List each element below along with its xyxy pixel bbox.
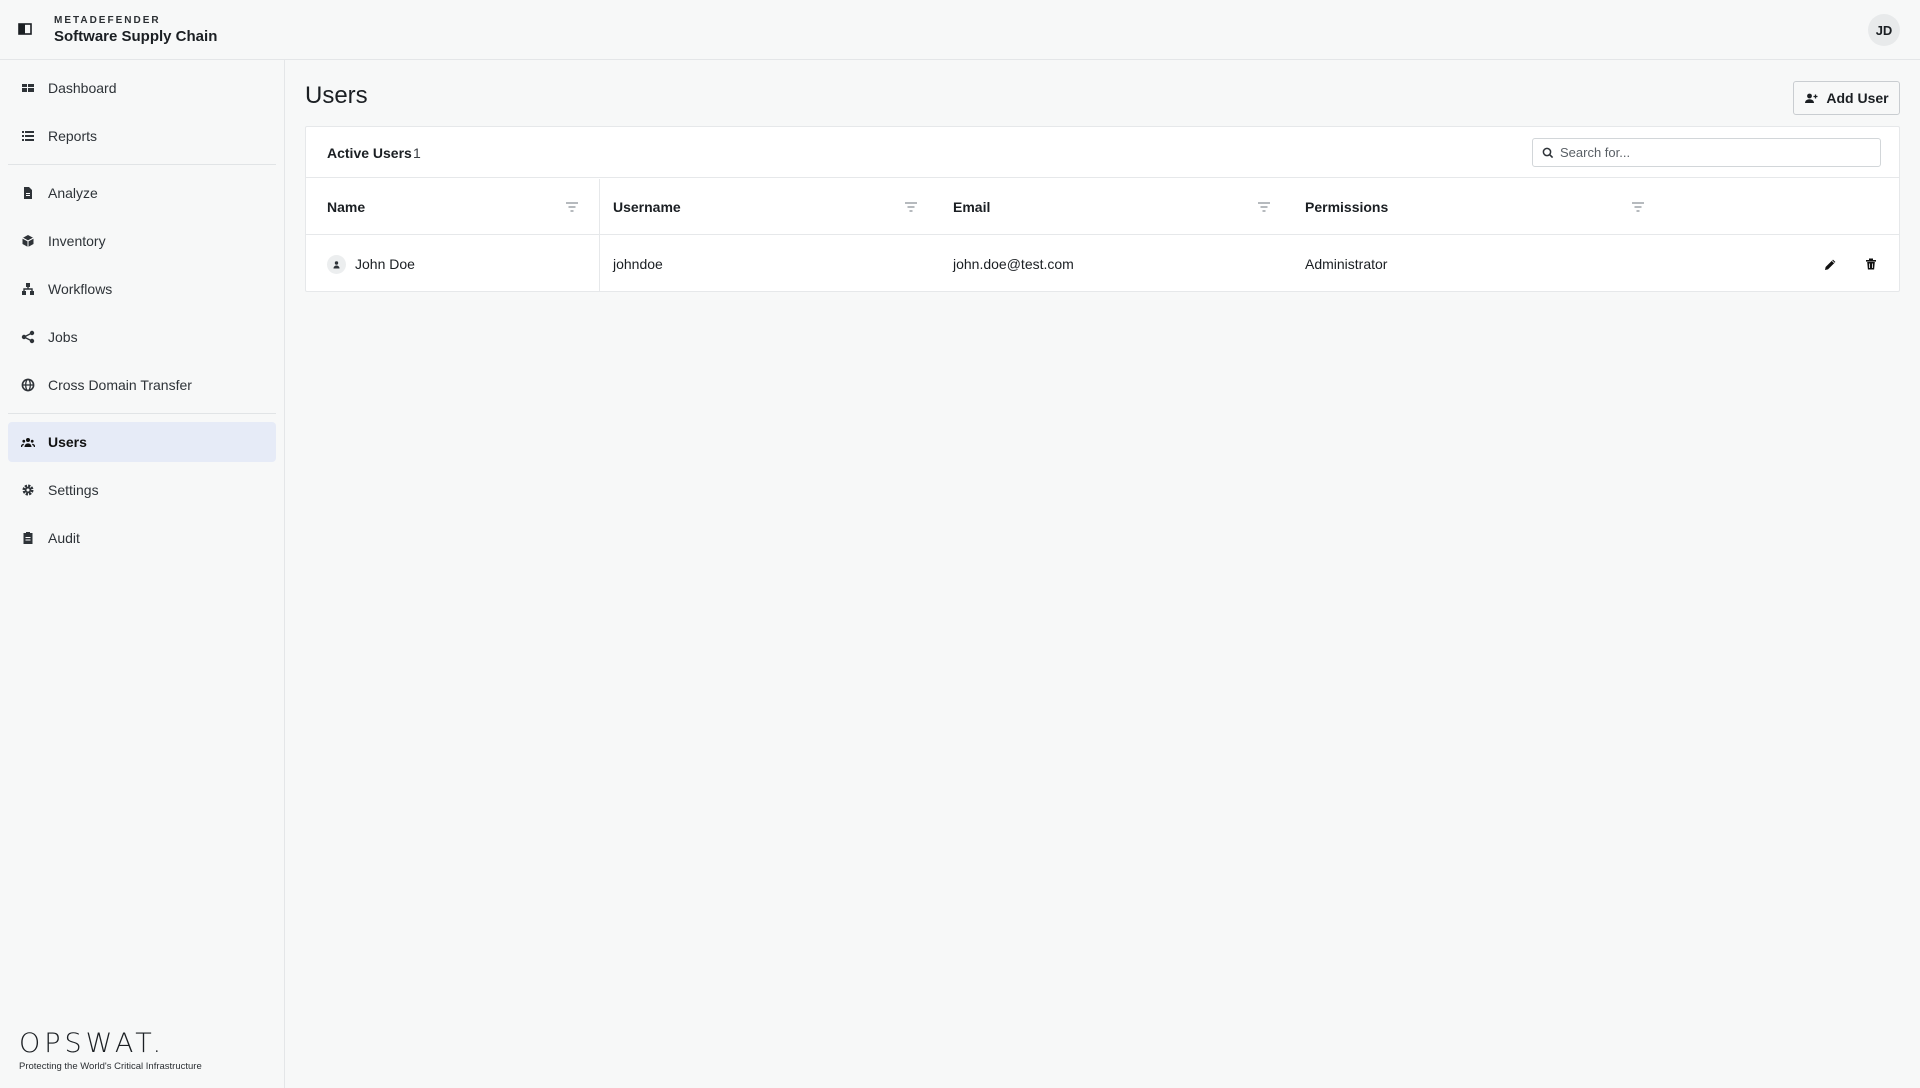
document-icon	[21, 186, 35, 200]
sidebar-item-label: Reports	[48, 128, 98, 144]
gear-icon	[21, 483, 35, 497]
sidebar-item-label: Dashboard	[48, 80, 117, 96]
sidebar-item-cross-domain-transfer[interactable]: Cross Domain Transfer	[8, 365, 276, 405]
page-title: Users	[305, 82, 368, 109]
sidebar-item-label: Analyze	[48, 185, 98, 201]
workflow-icon	[21, 282, 35, 296]
sidebar-item-label: Workflows	[48, 281, 113, 297]
user-full-name: John Doe	[355, 256, 415, 272]
sidebar-toggle-icon[interactable]	[18, 22, 32, 36]
users-card: Active Users 1 Name Username Email Permi…	[305, 126, 1900, 292]
sidebar-item-label: Audit	[48, 530, 80, 546]
sidebar-item-audit[interactable]: Audit	[8, 518, 276, 558]
cell-permissions: Administrator	[1305, 256, 1388, 272]
sidebar-item-dashboard[interactable]: Dashboard	[8, 68, 276, 108]
sidebar-item-jobs[interactable]: Jobs	[8, 317, 276, 357]
filter-icon[interactable]	[1631, 200, 1645, 214]
delete-icon[interactable]	[1863, 256, 1879, 272]
add-user-icon	[1804, 91, 1818, 105]
cell-username: johndoe	[613, 256, 663, 272]
search-icon	[1542, 147, 1554, 159]
column-header-username[interactable]: Username	[613, 179, 681, 235]
users-icon	[21, 435, 35, 449]
edit-icon[interactable]	[1822, 256, 1838, 272]
sidebar-item-reports[interactable]: Reports	[8, 116, 276, 156]
cell-email: john.doe@test.com	[953, 256, 1074, 272]
add-user-label: Add User	[1826, 90, 1889, 106]
brand-title: Software Supply Chain	[54, 28, 218, 45]
filter-icon[interactable]	[565, 200, 579, 214]
table-header: Name Username Email Permissions	[306, 179, 1899, 235]
share-icon	[21, 330, 35, 344]
sidebar-item-label: Cross Domain Transfer	[48, 377, 192, 393]
dashboard-icon	[21, 81, 35, 95]
opswat-logo: OPSWAT.	[19, 1028, 166, 1059]
sidebar-item-label: Inventory	[48, 233, 106, 249]
search-box[interactable]	[1532, 138, 1881, 167]
sidebar-item-settings[interactable]: Settings	[8, 470, 276, 510]
list-icon	[21, 129, 35, 143]
box-icon	[21, 234, 35, 248]
clipboard-icon	[21, 531, 35, 545]
user-avatar[interactable]: JD	[1868, 14, 1900, 46]
sidebar-item-label: Jobs	[48, 329, 78, 345]
sidebar-item-workflows[interactable]: Workflows	[8, 269, 276, 309]
filter-icon[interactable]	[904, 200, 918, 214]
filter-icon[interactable]	[1257, 200, 1271, 214]
sidebar: Dashboard Reports Analyze Inventory Work…	[0, 60, 285, 1088]
brand-product-line: METADEFENDER	[54, 15, 161, 26]
active-users-label: Active Users	[327, 145, 412, 161]
globe-icon	[21, 378, 35, 392]
active-users-count: 1	[413, 145, 421, 161]
sidebar-item-inventory[interactable]: Inventory	[8, 221, 276, 261]
sidebar-item-label: Settings	[48, 482, 99, 498]
search-input[interactable]	[1560, 145, 1860, 160]
opswat-footer: OPSWAT. Protecting the World's Critical …	[19, 1028, 202, 1073]
cell-name: John Doe	[327, 236, 415, 292]
app-brand: METADEFENDER Software Supply Chain	[54, 15, 217, 46]
sidebar-item-label: Users	[48, 434, 87, 450]
card-header: Active Users 1	[306, 127, 1899, 178]
top-bar: METADEFENDER Software Supply Chain JD	[0, 0, 1920, 60]
sidebar-divider	[8, 164, 276, 165]
sidebar-item-analyze[interactable]: Analyze	[8, 173, 276, 213]
sidebar-item-users[interactable]: Users	[8, 422, 276, 462]
table-row[interactable]: John Doe johndoe john.doe@test.com Admin…	[306, 236, 1899, 292]
user-icon	[327, 254, 346, 274]
sidebar-divider	[8, 413, 276, 414]
column-header-email[interactable]: Email	[953, 179, 990, 235]
column-header-name[interactable]: Name	[327, 179, 365, 235]
opswat-tagline: Protecting the World's Critical Infrastr…	[19, 1061, 202, 1072]
column-header-permissions[interactable]: Permissions	[1305, 179, 1388, 235]
add-user-button[interactable]: Add User	[1793, 81, 1900, 115]
